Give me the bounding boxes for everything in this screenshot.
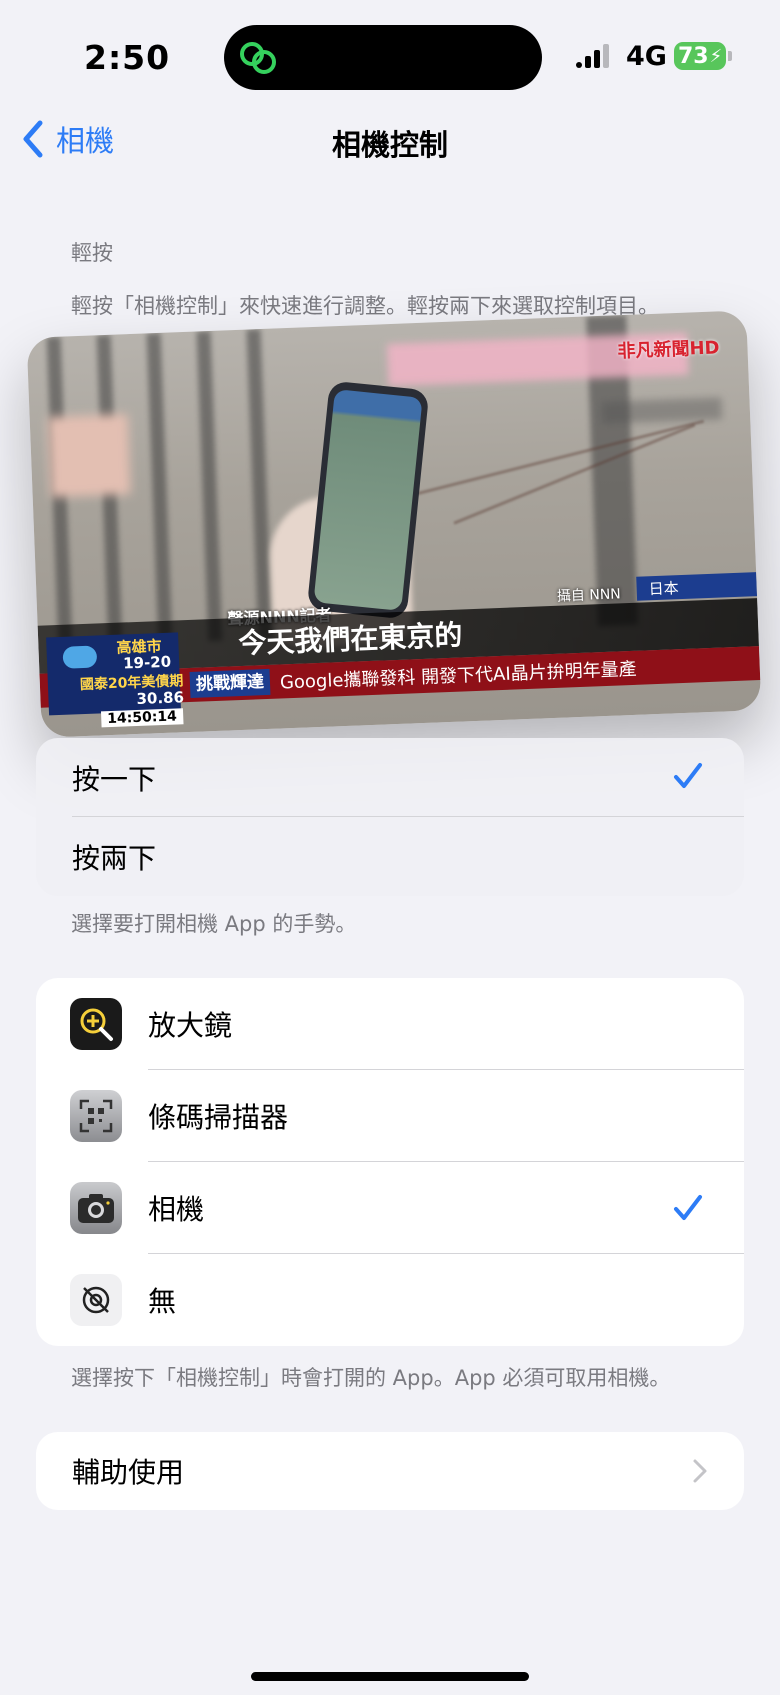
link-icon — [240, 42, 276, 74]
app-option-label: 放大鏡 — [148, 1009, 233, 1042]
battery-icon: 73 ⚡ — [674, 42, 726, 70]
stock-value: 30.86 — [136, 688, 185, 709]
camera-icon — [70, 1182, 122, 1234]
app-option-code-scanner[interactable]: 條碼掃描器 — [36, 1070, 744, 1162]
checkmark-icon — [674, 1195, 702, 1220]
news-tag: 挑戰輝達 — [189, 668, 271, 698]
gesture-option-label: 按一下 — [72, 762, 157, 796]
charging-bolt-icon: ⚡ — [709, 45, 723, 67]
camera-preview: 非凡新聞HD 聲源NNN記者 日本 攝自 NNN 今天我們在東京的 挑戰輝達 G… — [26, 310, 762, 738]
accessibility-label: 輔助使用 — [72, 1456, 185, 1489]
accessibility-row[interactable]: 輔助使用 — [36, 1432, 744, 1510]
magnifier-icon — [70, 998, 122, 1050]
battery-cap — [728, 51, 732, 61]
cloud-icon — [62, 645, 98, 669]
signal-icon — [576, 44, 609, 68]
camera-credit: 攝自 NNN — [556, 586, 622, 605]
gesture-option-single-press[interactable]: 按一下 — [36, 738, 744, 817]
news-logo: 非凡新聞HD — [617, 337, 720, 363]
app-option-label: 相機 — [148, 1193, 205, 1226]
chevron-right-icon — [693, 1459, 707, 1483]
gesture-footnote: 選擇要打開相機 App 的手勢。 — [71, 912, 357, 936]
section-description: 輕按「相機控制」來快速進行調整。輕按兩下來選取控制項目。 — [71, 294, 659, 318]
gesture-option-label: 按兩下 — [72, 841, 157, 875]
home-indicator[interactable] — [251, 1672, 529, 1681]
app-option-magnifier[interactable]: 放大鏡 — [36, 978, 744, 1070]
battery-level: 73 — [678, 43, 709, 69]
accessibility-group: 輔助使用 — [36, 1432, 744, 1510]
app-option-label: 無 — [148, 1285, 177, 1318]
status-time: 2:50 — [84, 38, 171, 77]
section-header: 輕按 — [71, 241, 113, 265]
app-option-camera[interactable]: 相機 — [36, 1162, 744, 1254]
app-options: 放大鏡 條碼掃描器 相機 無 — [36, 978, 744, 1346]
app-option-label: 條碼掃描器 — [148, 1101, 289, 1134]
news-location: 日本 — [648, 579, 680, 599]
gesture-option-double-press[interactable]: 按兩下 — [36, 817, 744, 896]
none-icon — [70, 1274, 122, 1326]
gesture-options: 按一下 按兩下 — [36, 738, 744, 896]
checkmark-icon — [674, 763, 702, 788]
news-clock: 14:50:14 — [100, 708, 184, 728]
app-option-none[interactable]: 無 — [36, 1254, 744, 1346]
page-title: 相機控制 — [331, 128, 448, 162]
weather-temp: 19-20 — [122, 652, 172, 673]
app-footnote: 選擇按下「相機控制」時會打開的 App。App 必須可取用相機。 — [71, 1366, 671, 1390]
qr-scanner-icon — [70, 1090, 122, 1142]
network-type: 4G — [626, 41, 667, 72]
